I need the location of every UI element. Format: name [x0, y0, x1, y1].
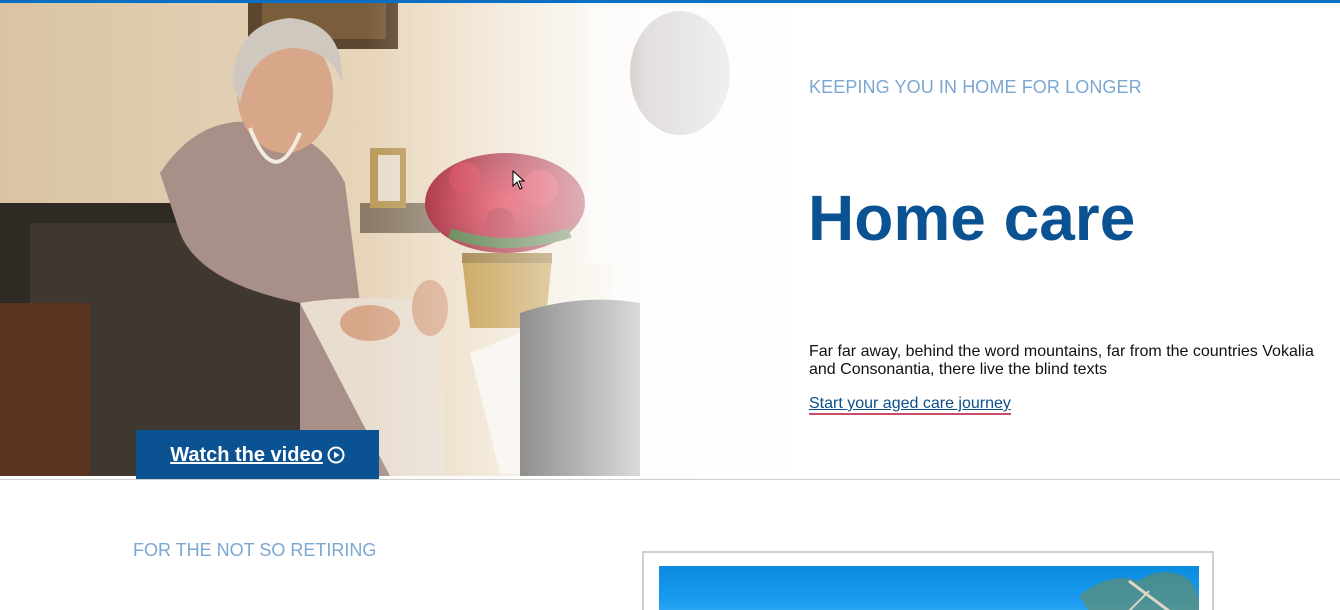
feature-card-image [659, 566, 1199, 610]
mouse-cursor-icon [512, 169, 526, 195]
hero-section: Watch the video KEEPING YOU IN HOME FOR … [0, 3, 1340, 480]
play-circle-icon [327, 446, 345, 464]
aged-care-journey-link[interactable]: Start your aged care journey [809, 395, 1011, 415]
hero-description: Far far away, behind the word mountains,… [809, 343, 1314, 378]
watch-video-button[interactable]: Watch the video [136, 430, 379, 480]
page-title: Home care [808, 182, 1136, 254]
feature-card[interactable] [642, 551, 1214, 610]
hero-eyebrow: KEEPING YOU IN HOME FOR LONGER [809, 77, 1142, 97]
hero-image [0, 3, 810, 476]
section-eyebrow: FOR THE NOT SO RETIRING [133, 540, 377, 560]
section-divider [0, 479, 1340, 480]
watch-video-label: Watch the video [170, 443, 323, 466]
